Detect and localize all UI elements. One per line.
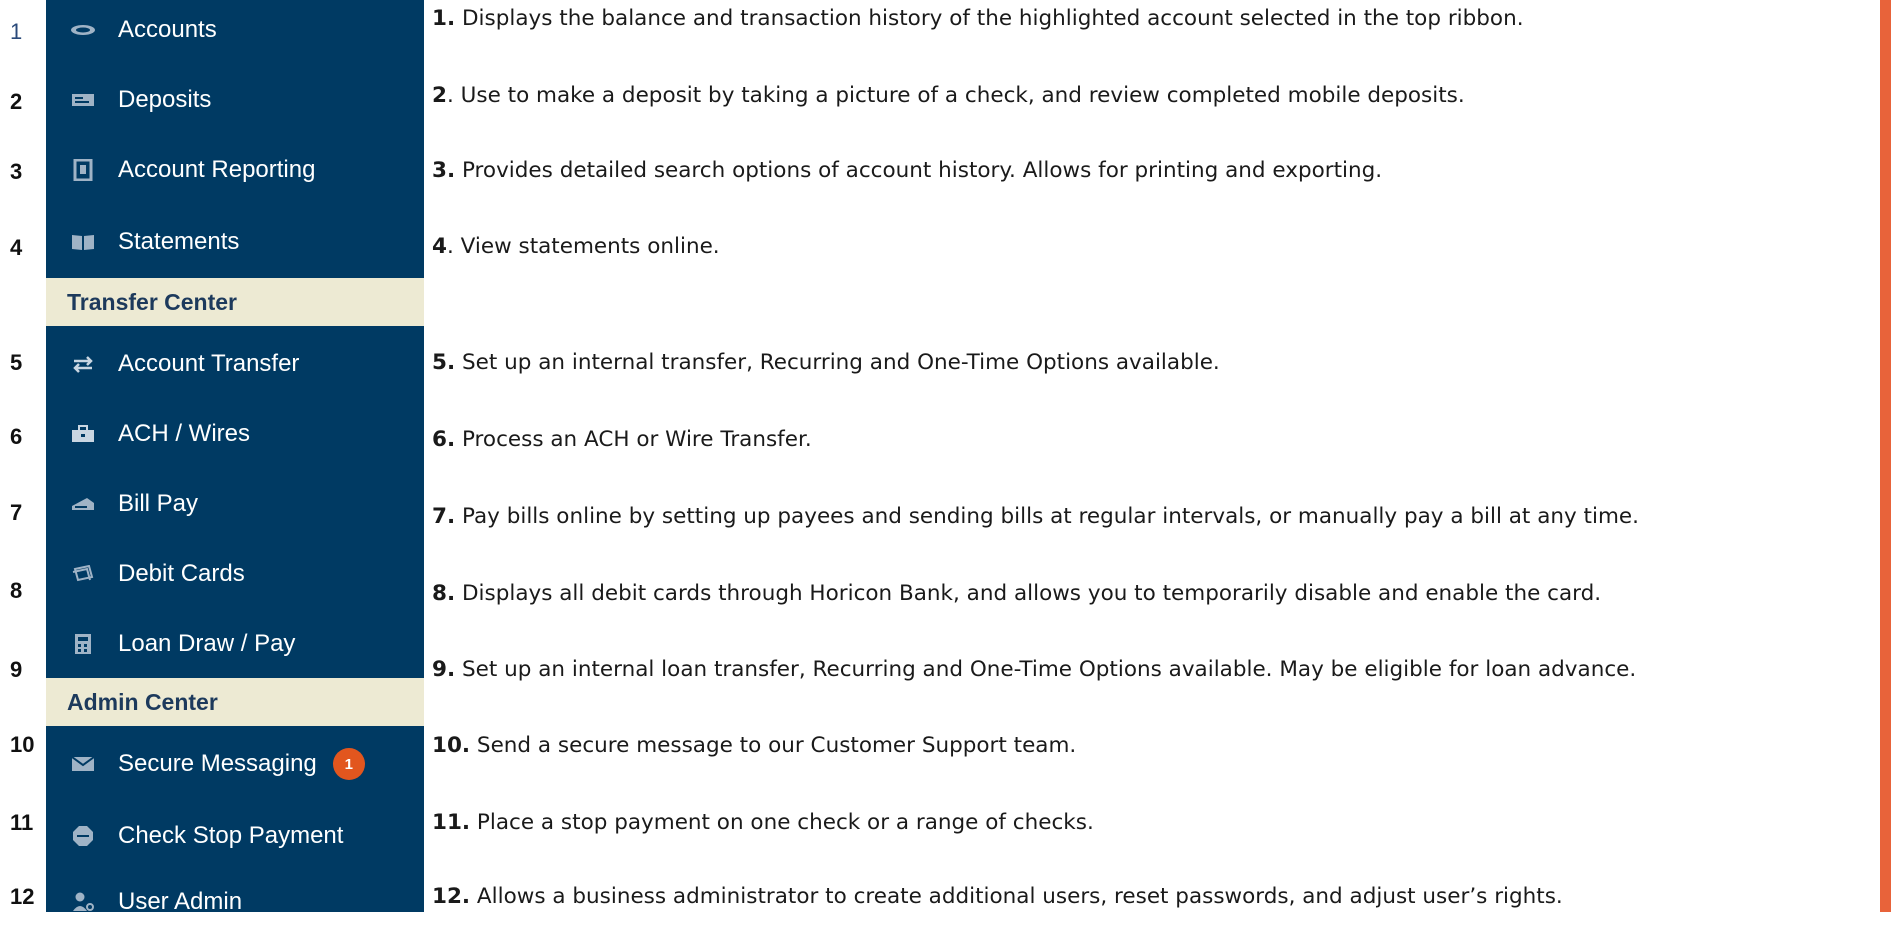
row-number: 4 [10,235,23,260]
section-label: Admin Center [67,688,218,715]
description-text: Place a stop payment on one check or a r… [470,810,1094,835]
sidebar-item-label: ACH / Wires [118,420,250,447]
sidebar-item-deposits[interactable]: Deposits [46,66,424,134]
description-number: 8. [432,581,456,606]
sidebar-item-secure-messaging[interactable]: Secure Messaging 1 [46,730,424,798]
unread-count-badge: 1 [332,748,365,780]
sidebar-item-bill-pay[interactable]: Bill Pay [46,470,424,538]
description-number: 9. [432,657,456,682]
sidebar-item-accounts[interactable]: Accounts [46,0,424,64]
row-number: 9 [10,657,23,682]
calculator-icon [68,633,98,655]
right-accent-bar [1880,0,1891,912]
row-number: 11 [10,810,34,835]
description-row: 1. Displays the balance and transaction … [432,5,1524,33]
description-row: 9. Set up an internal loan transfer, Rec… [432,656,1636,684]
description-text: Process an ACH or Wire Transfer. [455,427,812,452]
sidebar-item-check-stop-payment[interactable]: Check Stop Payment [46,802,424,870]
description-text: Provides detailed search options of acco… [455,158,1383,183]
description-number: 2 [432,83,447,108]
description-number: 10. [432,733,471,758]
description-number: 7. [432,504,456,529]
bill-icon [68,496,98,512]
row-number: 10 [10,732,35,757]
user-gear-icon [68,891,98,913]
row-number: 1 [10,19,23,44]
description-row: 11. Place a stop payment on one check or… [432,809,1094,837]
description-number: 5. [432,350,456,375]
description-row: 7. Pay bills online by setting up payees… [432,503,1639,531]
description-text: Set up an internal transfer, Recurring a… [455,350,1220,375]
description-row: 2. Use to make a deposit by taking a pic… [432,82,1465,110]
section-label: Transfer Center [67,288,238,315]
description-number: 4 [432,234,447,259]
description-row: 5. Set up an internal transfer, Recurrin… [432,349,1220,377]
sidebar-item-ach-wires[interactable]: ACH / Wires [46,400,424,468]
description-text: Send a secure message to our Customer Su… [470,733,1077,758]
description-text: Allows a business administrator to creat… [470,884,1563,909]
sidebar-item-label: Accounts [118,16,217,43]
description-number: 3. [432,158,456,183]
section-header-admin-center: Admin Center [46,678,424,726]
row-number: 8 [10,578,23,603]
description-text: . View statements online. [446,234,720,259]
description-row: 12. Allows a business administrator to c… [432,883,1563,911]
description-text: Set up an internal loan transfer, Recurr… [455,657,1637,682]
sidebar-item-label: Account Transfer [118,350,300,377]
row-number: 3 [10,159,23,184]
report-icon [68,159,98,181]
sidebar-item-label: Debit Cards [118,560,245,587]
description-number: 11. [432,810,471,835]
sidebar-item-debit-cards[interactable]: Debit Cards [46,540,424,608]
check-deposit-icon [68,92,98,108]
description-row: 4. View statements online. [432,233,720,261]
sidebar-item-label: Bill Pay [118,490,199,517]
description-number: 1. [432,6,456,31]
description-text: Displays all debit cards through Horicon… [455,581,1602,606]
sidebar-item-label: Account Reporting [118,156,316,183]
sidebar-item-label: Statements [118,228,240,255]
cards-icon [68,565,98,583]
sidebar-item-user-admin[interactable]: User Admin [46,868,424,936]
row-number: 12 [10,884,35,909]
description-row: 10. Send a secure message to our Custome… [432,732,1076,760]
envelope-icon [68,756,98,772]
sidebar-item-loan-draw-pay[interactable]: Loan Draw / Pay [46,610,424,678]
sidebar-item-label: Check Stop Payment [118,822,344,849]
sidebar-item-label: Secure Messaging [118,750,317,777]
description-number: 12. [432,884,471,909]
section-header-transfer-center: Transfer Center [46,278,424,326]
description-text: Displays the balance and transaction his… [455,6,1524,31]
description-row: 6. Process an ACH or Wire Transfer. [432,426,812,454]
description-text: . Use to make a deposit by taking a pict… [446,83,1465,108]
description-text: Pay bills online by setting up payees an… [455,504,1639,529]
description-row: 3. Provides detailed search options of a… [432,157,1382,185]
sidebar-item-account-reporting[interactable]: Account Reporting [46,136,424,204]
money-icon [68,22,98,38]
transfer-arrows-icon [68,355,98,373]
briefcase-icon [68,425,98,443]
sidebar-item-label: Loan Draw / Pay [118,630,296,657]
sidebar-nav: Accounts Deposits Account Reporting Stat… [46,0,424,915]
row-number: 6 [10,424,23,449]
row-number: 5 [10,350,23,375]
description-row: 8. Displays all debit cards through Hori… [432,580,1601,608]
row-number: 2 [10,89,23,114]
row-number-column: 1 2 3 4 5 6 7 8 9 10 11 12 [0,0,46,912]
description-number: 6. [432,427,456,452]
stop-sign-icon [68,825,98,847]
sidebar-item-account-transfer[interactable]: Account Transfer [46,330,424,398]
sidebar-item-label: Deposits [118,86,212,113]
book-icon [68,233,98,251]
sidebar-item-statements[interactable]: Statements [46,208,424,276]
row-number: 7 [10,500,23,525]
